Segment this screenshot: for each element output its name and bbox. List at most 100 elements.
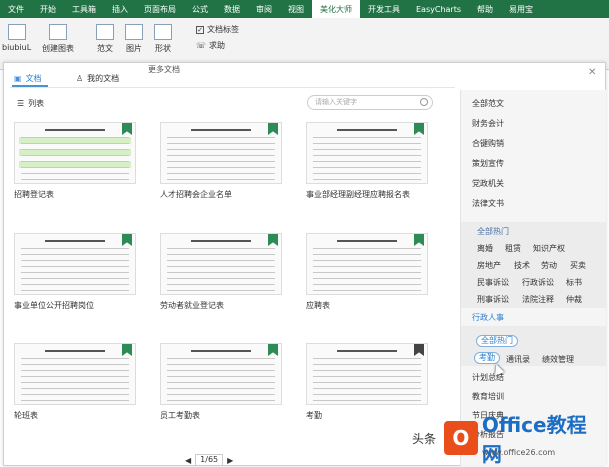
bookmark-icon[interactable]	[414, 344, 424, 356]
ribbon-tab[interactable]: 美化大师	[312, 0, 360, 18]
template-thumbnail	[160, 122, 282, 184]
search-placeholder: 请输入关键字	[315, 98, 357, 106]
shape-icon	[154, 24, 172, 40]
sidebar-subcategory[interactable]: 技术	[514, 260, 530, 271]
sidebar-category[interactable]: 全部范文	[472, 98, 504, 109]
list-view-toggle[interactable]: ☰ 列表	[17, 98, 44, 109]
bookmark-icon[interactable]	[122, 123, 132, 135]
sidebar-category[interactable]: 策划宣传	[472, 158, 504, 169]
next-page-icon[interactable]: ▶	[227, 456, 233, 465]
bookmark-icon[interactable]	[414, 234, 424, 246]
template-thumbnail	[14, 233, 136, 295]
close-icon[interactable]: ✕	[588, 67, 596, 78]
template-card[interactable]: 劳动者就业登记表	[160, 233, 282, 311]
thumb-row-line	[167, 155, 275, 156]
ribbon-tab[interactable]: 审阅	[248, 0, 280, 18]
ribbon-tab[interactable]: 公式	[184, 0, 216, 18]
bookmark-icon[interactable]	[414, 123, 424, 135]
template-card[interactable]: 轮班表	[14, 343, 136, 421]
template-card[interactable]: 考勤	[306, 343, 428, 421]
sidebar-subcategory[interactable]: 仲裁	[566, 294, 582, 305]
thumb-row-line	[313, 364, 421, 365]
thumb-row-line	[313, 376, 421, 377]
search-icon[interactable]	[420, 98, 428, 106]
fanwen-button[interactable]: 范文	[96, 24, 114, 54]
ribbon-tab[interactable]: 文件	[0, 0, 32, 18]
thumb-row-line	[313, 394, 421, 395]
bookmark-icon[interactable]	[122, 344, 132, 356]
checkbox-checked-icon: ✓	[196, 25, 204, 34]
sidebar-category[interactable]: 财务会计	[472, 118, 504, 129]
ribbon-tab[interactable]: 视图	[280, 0, 312, 18]
sidebar-subcategory[interactable]: 离婚	[477, 243, 493, 254]
shape-button[interactable]: 形状	[154, 24, 172, 54]
bookmark-icon[interactable]	[268, 123, 278, 135]
template-card[interactable]: 事业部经理副经理应聘报名表	[306, 122, 428, 200]
ribbon-tab[interactable]: EasyCharts	[408, 0, 469, 18]
sidebar-subcategory[interactable]: 房地产	[477, 260, 501, 271]
thumb-row-line	[313, 155, 421, 156]
create-chart-button[interactable]: 创建图表	[42, 24, 74, 54]
ribbon-tab[interactable]: 帮助	[469, 0, 501, 18]
sidebar-subcategory[interactable]: 标书	[566, 277, 582, 288]
thumb-row-line	[167, 167, 275, 168]
sidebar-subcategory[interactable]: 民事诉讼	[477, 277, 509, 288]
template-card[interactable]: 招聘登记表	[14, 122, 136, 200]
sidebar-subcategory[interactable]: 通讯录	[506, 354, 530, 365]
sidebar-subcategory[interactable]: 行政诉讼	[522, 277, 554, 288]
sidebar-category[interactable]: 法律文书	[472, 198, 504, 209]
thumb-title-line	[191, 350, 251, 352]
sidebar-category[interactable]: 党政机关	[472, 178, 504, 189]
chart-icon	[49, 24, 67, 40]
page-indicator: 1/65	[195, 454, 224, 466]
prev-page-icon[interactable]: ◀	[185, 456, 191, 465]
watermark-prefix: 头条	[412, 432, 437, 446]
template-card[interactable]: 事业单位公开招聘岗位	[14, 233, 136, 311]
sidebar-category-admin[interactable]: 行政人事	[472, 312, 504, 323]
ribbon-tab[interactable]: 开始	[32, 0, 64, 18]
thumb-row-line	[313, 272, 421, 273]
sidebar-subcategory[interactable]: 劳动	[541, 260, 557, 271]
sidebar-subcategory[interactable]: 刑事诉讼	[477, 294, 509, 305]
ribbon-tab[interactable]: 插入	[104, 0, 136, 18]
tab-my-doc[interactable]: ♙ 我的文档	[76, 71, 119, 85]
search-input[interactable]: 请输入关键字	[307, 95, 433, 110]
ribbon-tab[interactable]: 易用宝	[501, 0, 541, 18]
sidebar-subcategory[interactable]: 买卖	[570, 260, 586, 271]
bookmark-icon[interactable]	[268, 344, 278, 356]
document-icon	[96, 24, 114, 40]
sidebar-subcategory[interactable]: 绩效管理	[542, 354, 574, 365]
ribbon-tab[interactable]: 工具箱	[64, 0, 104, 18]
bookmark-icon[interactable]	[268, 234, 278, 246]
sidebar-subcategory[interactable]: 知识产权	[533, 243, 565, 254]
sidebar-category[interactable]: 合键购销	[472, 138, 504, 149]
thumb-row-line	[313, 260, 421, 261]
doc-tag-checkbox[interactable]: ✓ 文档标签	[196, 24, 239, 35]
thumb-row-line	[313, 149, 421, 150]
thumb-row-line	[21, 284, 129, 285]
image-button[interactable]: 图片	[125, 24, 143, 54]
ribbon-tab[interactable]: 开发工具	[360, 0, 408, 18]
template-card[interactable]: 人才招聘会企业名单	[160, 122, 282, 200]
doc-tag-label: 文档标签	[207, 25, 239, 34]
thumb-row-line	[21, 388, 129, 389]
thumb-title-line	[191, 240, 251, 242]
thumb-row-line	[167, 173, 275, 174]
sidebar-subcategory[interactable]: 法院注释	[522, 294, 554, 305]
sidebar-category[interactable]: 教育培训	[472, 391, 504, 402]
template-card[interactable]: 员工考勤表	[160, 343, 282, 421]
shape-label: 形状	[155, 44, 171, 53]
help-button[interactable]: ☏ 求助	[196, 40, 225, 51]
bookmark-icon[interactable]	[122, 234, 132, 246]
sidebar-subcategory[interactable]: 租赁	[505, 243, 521, 254]
thumb-row-line	[167, 137, 275, 138]
sidebar-sub-all-hot[interactable]: 全部热门	[477, 226, 509, 237]
sidebar-sub-all-hot-pill[interactable]: 全部热门	[476, 335, 518, 347]
tab-doc[interactable]: ▣ 文档	[14, 71, 42, 85]
biubiu-button[interactable]: biubiuL	[2, 24, 31, 52]
ribbon-tab[interactable]: 页面布局	[136, 0, 184, 18]
create-chart-label: 创建图表	[42, 44, 74, 53]
sidebar-sub-attendance-pill[interactable]: 考勤	[474, 352, 500, 364]
ribbon-tab[interactable]: 数据	[216, 0, 248, 18]
template-card[interactable]: 应聘表	[306, 233, 428, 311]
